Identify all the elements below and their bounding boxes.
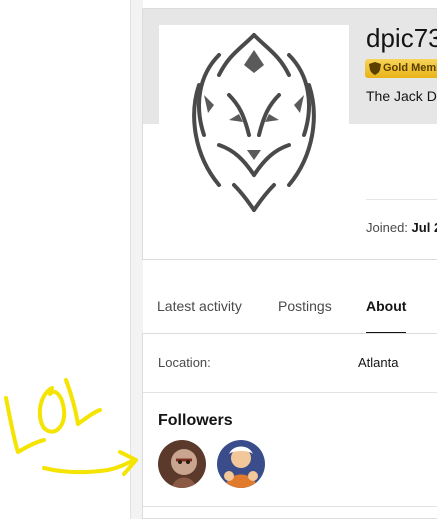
joined-info: Joined: Jul 2 (366, 220, 437, 235)
left-gutter (0, 0, 130, 519)
panel-divider (143, 506, 437, 507)
about-panel: Location: Atlanta Followers (142, 333, 437, 519)
tab-postings[interactable]: Postings (278, 290, 332, 332)
followers-heading: Followers (158, 412, 233, 429)
follower-avatar[interactable] (158, 440, 206, 488)
follower-avatar-image (158, 440, 206, 488)
joined-label: Joined: (366, 220, 408, 235)
profile-card: dpic73 Gold Member The Jack Du Joined: J… (142, 8, 437, 260)
tab-about[interactable]: About (366, 290, 407, 334)
profile-username: dpic73 (366, 23, 437, 53)
profile-tabs: Latest activity Postings About (142, 290, 437, 334)
follower-avatar[interactable] (217, 440, 265, 488)
gold-member-badge: Gold Member (365, 59, 437, 78)
tab-latest-activity[interactable]: Latest activity (157, 290, 242, 332)
badge-label: Gold Member (383, 62, 437, 74)
follower-avatar-image (217, 440, 265, 488)
location-value[interactable]: Atlanta (358, 355, 398, 370)
profile-avatar[interactable] (159, 25, 349, 215)
tribal-tiger-icon (159, 25, 349, 215)
joined-date: Jul 2 (411, 220, 437, 235)
location-row: Location: Atlanta (143, 334, 437, 393)
location-label: Location: (158, 355, 211, 370)
card-separator (366, 199, 437, 200)
profile-tagline: The Jack Du (366, 88, 437, 104)
shield-icon (369, 62, 381, 75)
